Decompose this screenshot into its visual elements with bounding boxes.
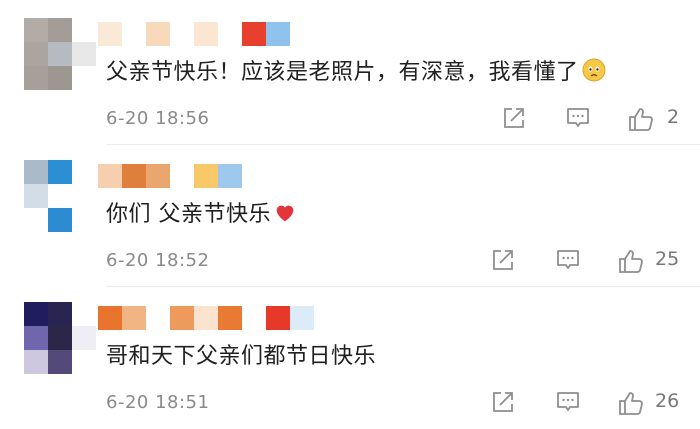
- like-button[interactable]: [628, 106, 654, 132]
- comment-text-content: 你们 父亲节快乐: [106, 202, 271, 227]
- comment-text-content: 父亲节快乐！应该是老照片，有深意，我看懂了: [106, 60, 579, 85]
- comment-item: 父亲节快乐！应该是老照片，有深意，我看懂了 6-20 18:56 2: [0, 0, 700, 140]
- comment-icon: [557, 392, 579, 411]
- reply-button[interactable]: [566, 106, 590, 132]
- comment-time: 6-20 18:51: [106, 392, 210, 413]
- share-icon: [493, 392, 513, 412]
- comment-text-content: 哥和天下父亲们都节日快乐: [106, 344, 377, 369]
- avatar[interactable]: [24, 160, 96, 232]
- share-icon: [504, 108, 524, 128]
- like-count: 25: [655, 248, 680, 270]
- reply-button[interactable]: [556, 390, 580, 416]
- comment-text: 父亲节快乐！应该是老照片，有深意，我看懂了: [106, 58, 606, 91]
- share-button[interactable]: [491, 390, 515, 416]
- comment-item: 哥和天下父亲们都节日快乐 6-20 18:51 26: [0, 284, 700, 424]
- comment-icon: [567, 108, 589, 127]
- comment-text: 你们 父亲节快乐: [106, 200, 296, 233]
- avatar[interactable]: [24, 18, 96, 90]
- red-heart-emoji: [274, 202, 296, 233]
- comment-time: 6-20 18:52: [106, 250, 210, 271]
- share-button[interactable]: [491, 248, 515, 274]
- share-icon: [493, 250, 513, 270]
- comment-text: 哥和天下父亲们都节日快乐: [106, 342, 376, 372]
- share-button[interactable]: [502, 106, 526, 132]
- like-count: 2: [667, 106, 680, 128]
- avatar[interactable]: [24, 302, 96, 374]
- comment-item: 你们 父亲节快乐 6-20 18:52 25: [0, 142, 700, 282]
- thumbs-up-icon: [629, 108, 653, 131]
- thumbs-up-icon: [619, 392, 643, 415]
- thumbs-up-icon: [619, 250, 643, 273]
- like-button[interactable]: [618, 390, 644, 416]
- like-count: 26: [655, 390, 680, 412]
- comment-time: 6-20 18:56: [106, 108, 210, 129]
- sad-face-emoji: [582, 58, 606, 91]
- like-button[interactable]: [618, 248, 644, 274]
- comment-icon: [557, 250, 579, 269]
- reply-button[interactable]: [556, 248, 580, 274]
